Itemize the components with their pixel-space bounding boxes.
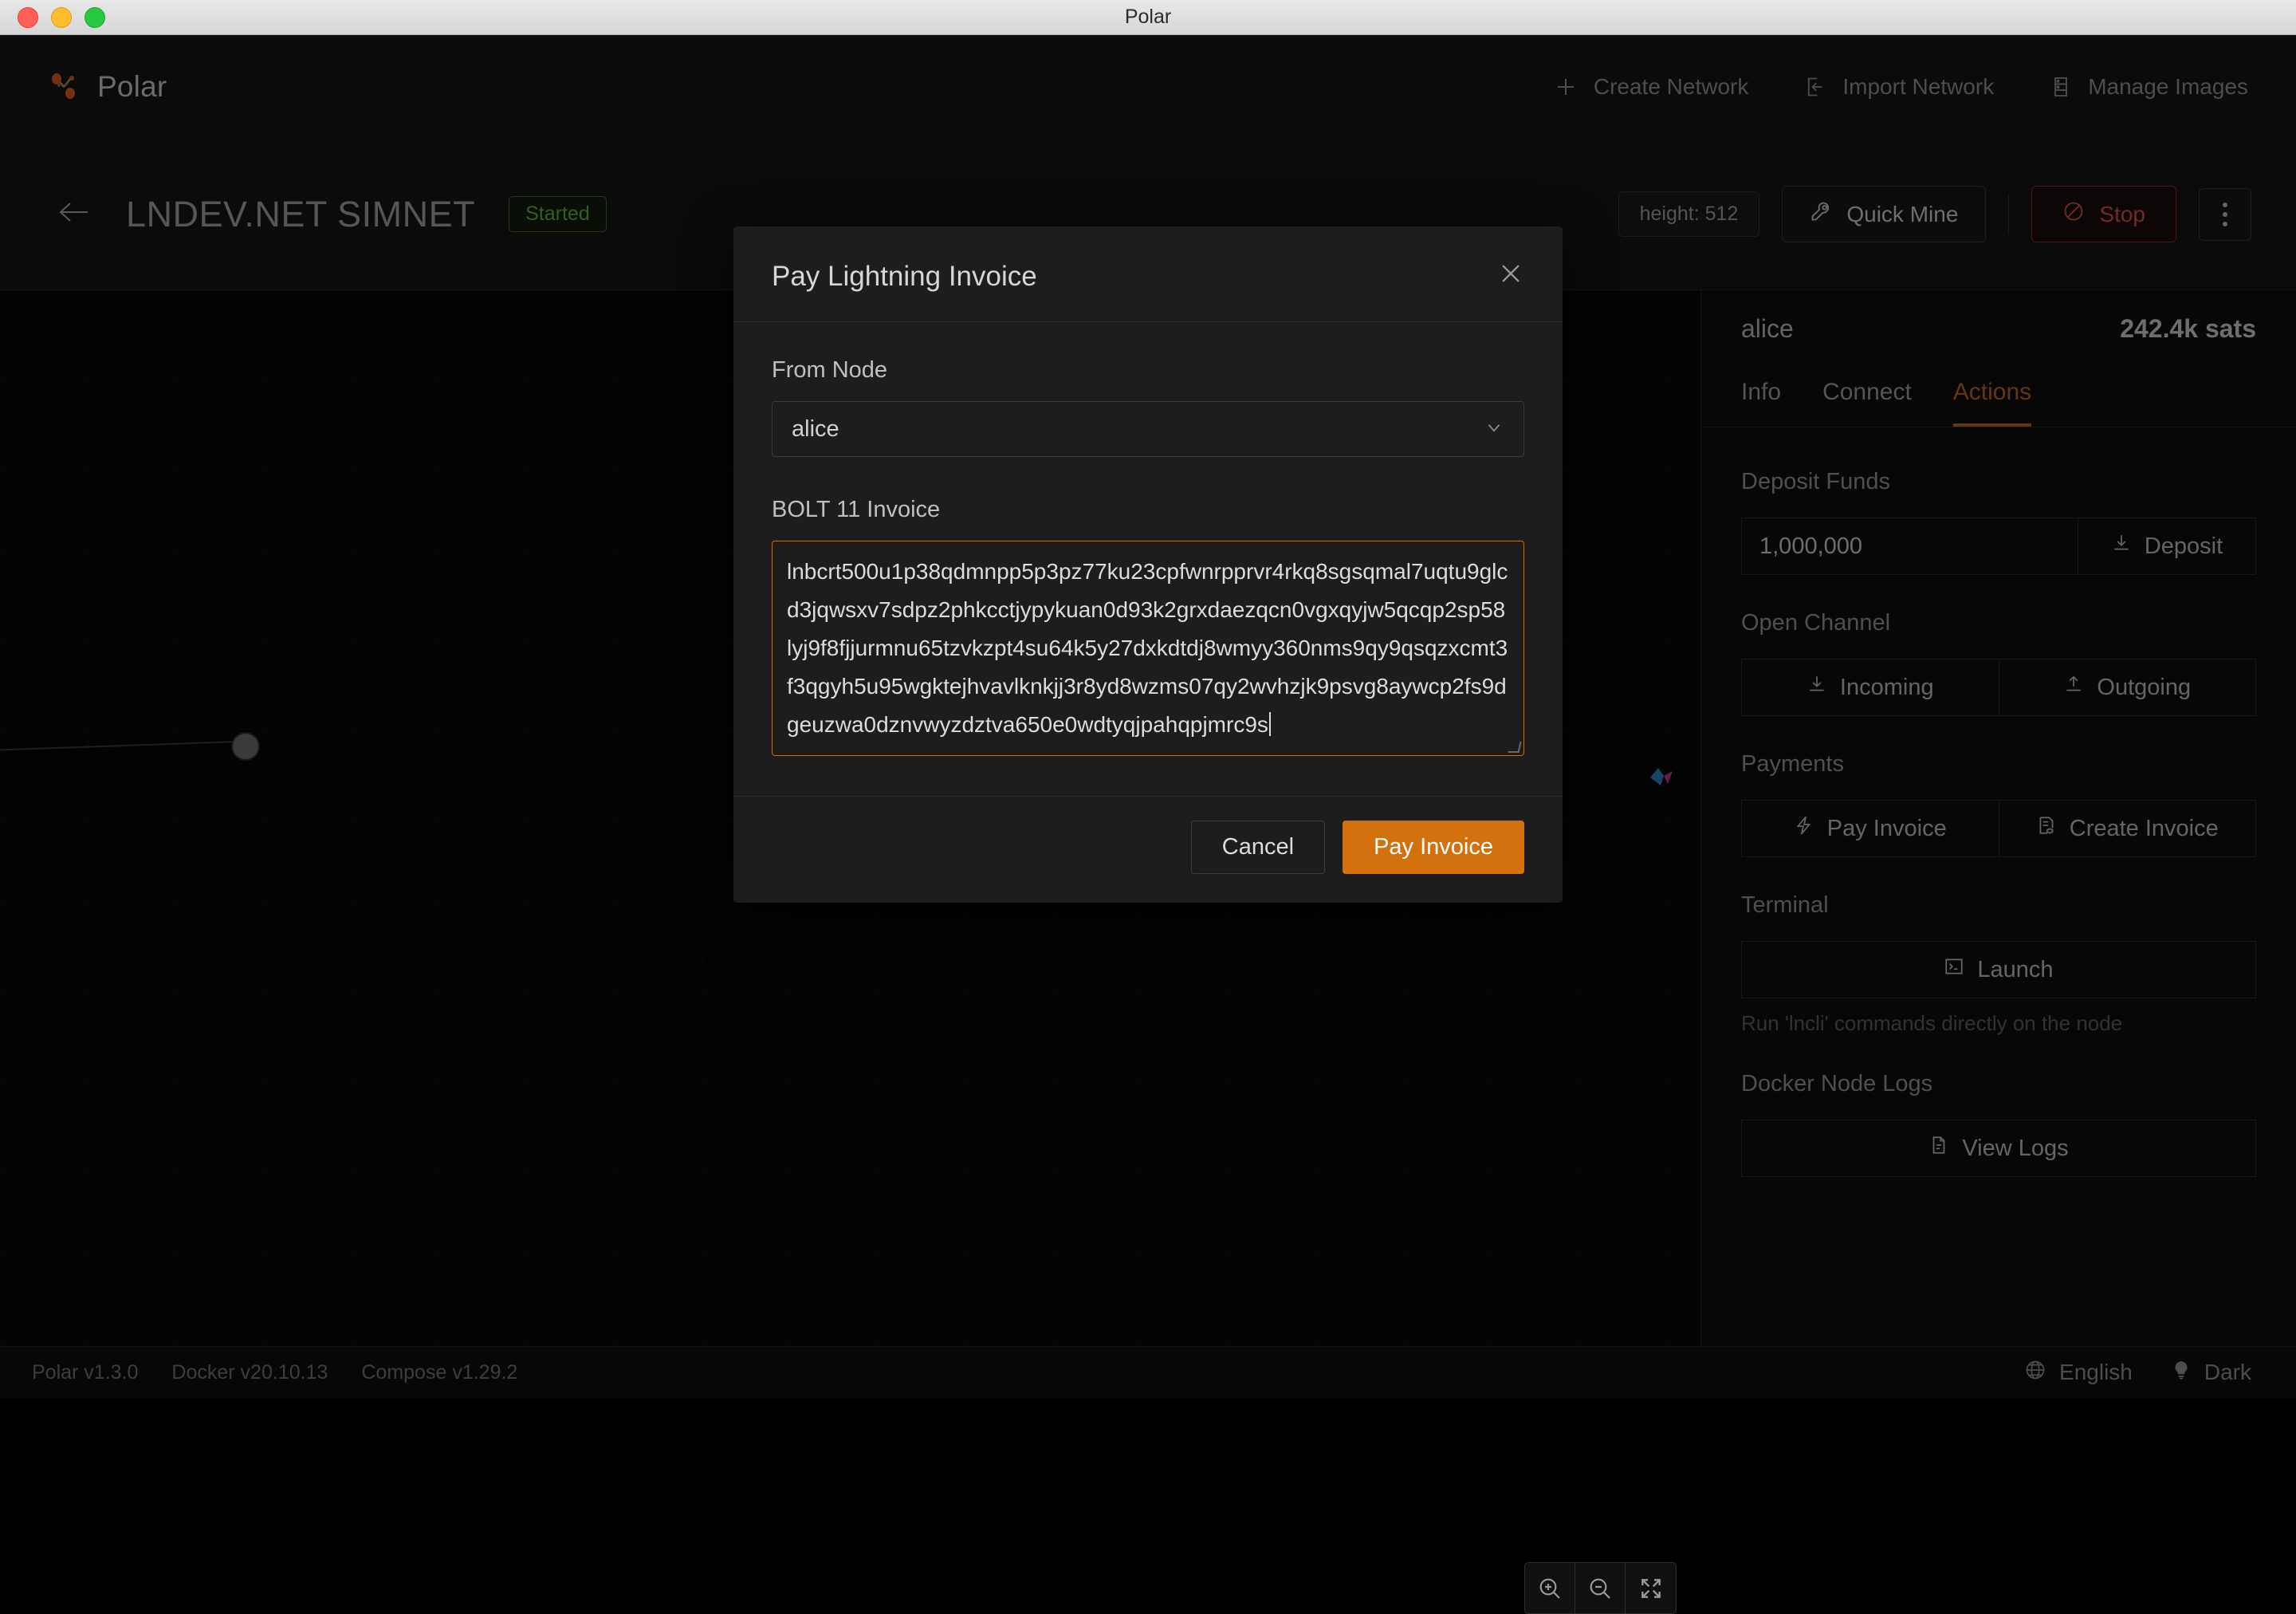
modal-header: Pay Lightning Invoice — [733, 226, 1563, 322]
pay-invoice-modal: Pay Lightning Invoice From Node alice BO… — [733, 226, 1563, 903]
window-titlebar: Polar — [0, 0, 2296, 35]
bolt11-invoice-value: lnbcrt500u1p38qdmnpp5p3pz77ku23cpfwnrppr… — [787, 559, 1508, 737]
bolt11-invoice-textarea[interactable]: lnbcrt500u1p38qdmnpp5p3pz77ku23cpfwnrppr… — [772, 541, 1524, 756]
modal-footer: Cancel Pay Invoice — [733, 796, 1563, 903]
chevron-down-icon — [1484, 417, 1504, 442]
resize-handle[interactable] — [1508, 742, 1522, 753]
text-caret — [1268, 712, 1271, 736]
window-title: Polar — [1124, 6, 1172, 28]
from-node-value: alice — [792, 415, 839, 442]
close-icon[interactable] — [1497, 260, 1524, 293]
modal-title: Pay Lightning Invoice — [772, 260, 1037, 292]
from-node-select[interactable]: alice — [772, 401, 1524, 457]
app-root: Polar Create Network Import Network Mana… — [0, 35, 2296, 1614]
canvas-zoom-controls — [1524, 1562, 1677, 1614]
modal-body: From Node alice BOLT 11 Invoice lnbcrt50… — [733, 322, 1563, 796]
bolt11-invoice-label: BOLT 11 Invoice — [772, 497, 941, 522]
pay-invoice-submit-button[interactable]: Pay Invoice — [1343, 821, 1524, 874]
zoom-in-button[interactable] — [1525, 1563, 1575, 1613]
from-node-label: From Node — [772, 357, 888, 383]
zoom-out-button[interactable] — [1575, 1563, 1626, 1613]
fit-to-screen-button[interactable] — [1626, 1563, 1676, 1613]
cancel-button[interactable]: Cancel — [1190, 821, 1326, 874]
